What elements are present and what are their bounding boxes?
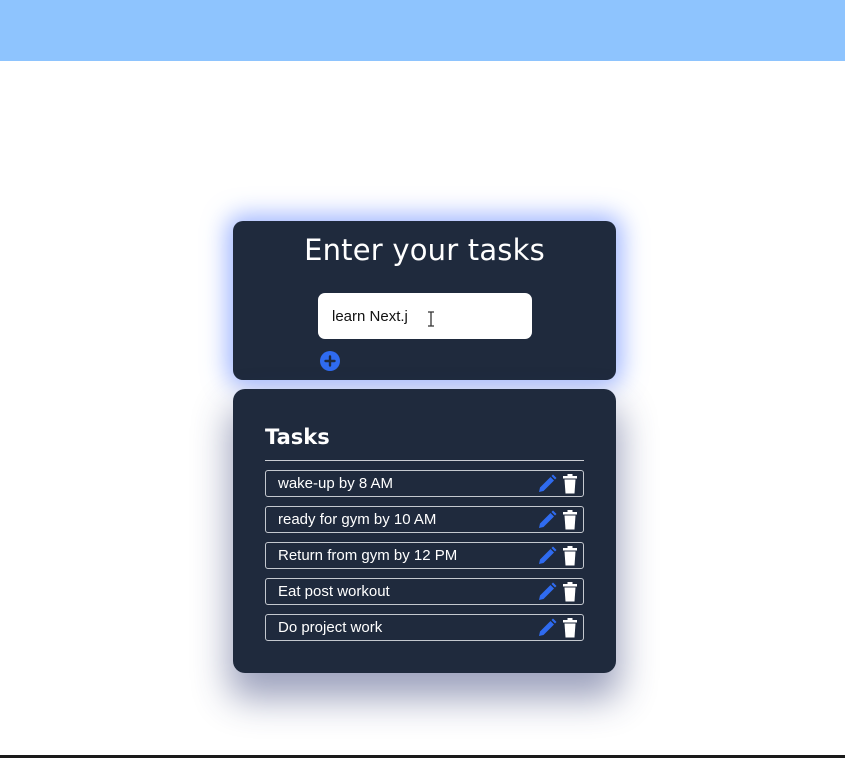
task-input-card: Enter your tasks (233, 221, 616, 380)
pencil-icon[interactable] (537, 546, 557, 566)
text-cursor-icon (428, 311, 434, 327)
list-divider (265, 460, 584, 461)
top-bar (0, 0, 845, 61)
form-title: Enter your tasks (304, 233, 545, 267)
pencil-icon[interactable] (537, 474, 557, 494)
task-row: ready for gym by 10 AM (265, 506, 584, 533)
task-text: Do project work (278, 619, 383, 636)
task-input[interactable] (318, 293, 532, 339)
task-row: Return from gym by 12 PM (265, 542, 584, 569)
task-list-card: Tasks wake-up by 8 AM ready for gym by 1… (233, 389, 616, 673)
task-row: wake-up by 8 AM (265, 470, 584, 497)
add-task-button[interactable] (320, 351, 340, 371)
task-text: ready for gym by 10 AM (278, 511, 437, 528)
pencil-icon[interactable] (537, 582, 557, 602)
plus-circle-icon (324, 355, 336, 367)
task-text: wake-up by 8 AM (278, 475, 394, 492)
trash-icon[interactable] (562, 546, 578, 566)
pencil-icon[interactable] (537, 618, 557, 638)
task-row: Do project work (265, 614, 584, 641)
trash-icon[interactable] (562, 474, 578, 494)
trash-icon[interactable] (562, 618, 578, 638)
trash-icon[interactable] (562, 582, 578, 602)
list-title: Tasks (265, 425, 330, 449)
pencil-icon[interactable] (537, 510, 557, 530)
task-text: Eat post workout (278, 583, 390, 600)
trash-icon[interactable] (562, 510, 578, 530)
task-text: Return from gym by 12 PM (278, 547, 458, 564)
task-row: Eat post workout (265, 578, 584, 605)
